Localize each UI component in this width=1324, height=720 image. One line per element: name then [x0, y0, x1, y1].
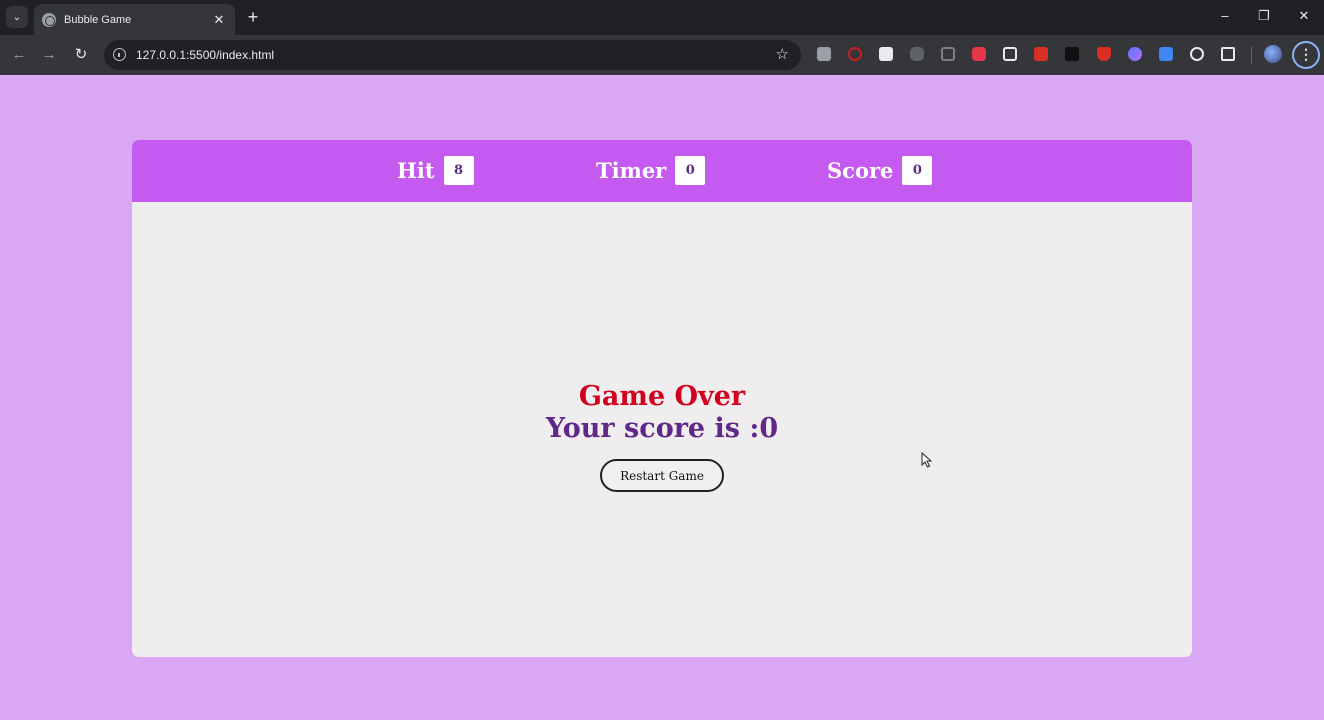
timer-label: Timer — [596, 158, 667, 183]
window-extension-icon[interactable] — [1003, 47, 1017, 61]
grid-extension-icon[interactable] — [972, 47, 986, 61]
hit-label: Hit — [397, 158, 435, 183]
bookmark-star-icon[interactable]: ☆ — [776, 45, 789, 63]
extensions-puzzle-icon[interactable] — [1221, 47, 1235, 61]
restart-game-button[interactable]: Restart Game — [600, 459, 724, 492]
colorful-extension-icon[interactable] — [1128, 47, 1142, 61]
game-panel: Hit 8 Timer 0 Score 0 Game Over Your sco… — [132, 140, 1192, 657]
globe-favicon-icon — [42, 12, 56, 27]
close-window-button[interactable]: ✕ — [1294, 8, 1314, 24]
score-value: 0 — [902, 156, 933, 185]
robot-extension-icon[interactable] — [910, 47, 924, 61]
score-label: Score — [827, 158, 894, 183]
restore-button[interactable]: ❐ — [1254, 8, 1274, 24]
more-menu-icon[interactable]: ⋮ — [1292, 41, 1320, 69]
game-header: Hit 8 Timer 0 Score 0 — [132, 140, 1192, 202]
tab-title: Bubble Game — [64, 13, 132, 26]
score-stat: Score 0 — [827, 156, 933, 185]
forward-arrow-icon[interactable]: → — [38, 44, 60, 66]
hit-value: 8 — [443, 156, 474, 185]
tab-bubble-game[interactable]: Bubble Game ✕ — [34, 4, 235, 35]
new-tab-button[interactable]: + — [243, 7, 263, 27]
address-bar[interactable]: 127.0.0.1:5500/index.html ☆ — [104, 40, 801, 70]
notes-extension-icon[interactable] — [879, 47, 893, 61]
mouse-cursor-icon — [921, 452, 933, 468]
tab-close-icon[interactable]: ✕ — [211, 12, 227, 28]
back-arrow-icon[interactable]: ← — [8, 44, 30, 66]
pen-extension-icon[interactable] — [1190, 47, 1204, 61]
docs-extension-icon[interactable] — [1159, 47, 1173, 61]
youtube-extension-icon[interactable] — [1034, 47, 1048, 61]
copy-extension-icon[interactable] — [941, 47, 955, 61]
game-over-heading: Game Over — [578, 381, 746, 412]
reload-icon[interactable]: ↻ — [70, 44, 92, 66]
timer-stat: Timer 0 — [596, 156, 706, 185]
url-text[interactable]: 127.0.0.1:5500/index.html — [136, 48, 274, 62]
browser-toolbar: ← → ↻ 127.0.0.1:5500/index.html ☆ ⋮ — [0, 35, 1324, 75]
record-extension-icon[interactable] — [848, 47, 862, 61]
hit-stat: Hit 8 — [397, 156, 474, 185]
minimize-button[interactable]: – — [1215, 8, 1235, 23]
camera-extension-icon[interactable] — [817, 47, 831, 61]
browser-tab-strip: ⌄ Bubble Game ✕ + – ❐ ✕ — [0, 0, 1324, 35]
final-score-text: Your score is :0 — [545, 413, 779, 444]
tab-list-icon[interactable]: ⌄ — [6, 6, 28, 28]
toolbar-divider — [1251, 46, 1252, 64]
shield-extension-icon[interactable] — [1097, 47, 1111, 61]
timer-value: 0 — [675, 156, 706, 185]
dark-extension-icon[interactable] — [1065, 47, 1079, 61]
site-info-icon[interactable] — [113, 48, 126, 61]
profile-avatar-icon[interactable] — [1264, 45, 1282, 63]
